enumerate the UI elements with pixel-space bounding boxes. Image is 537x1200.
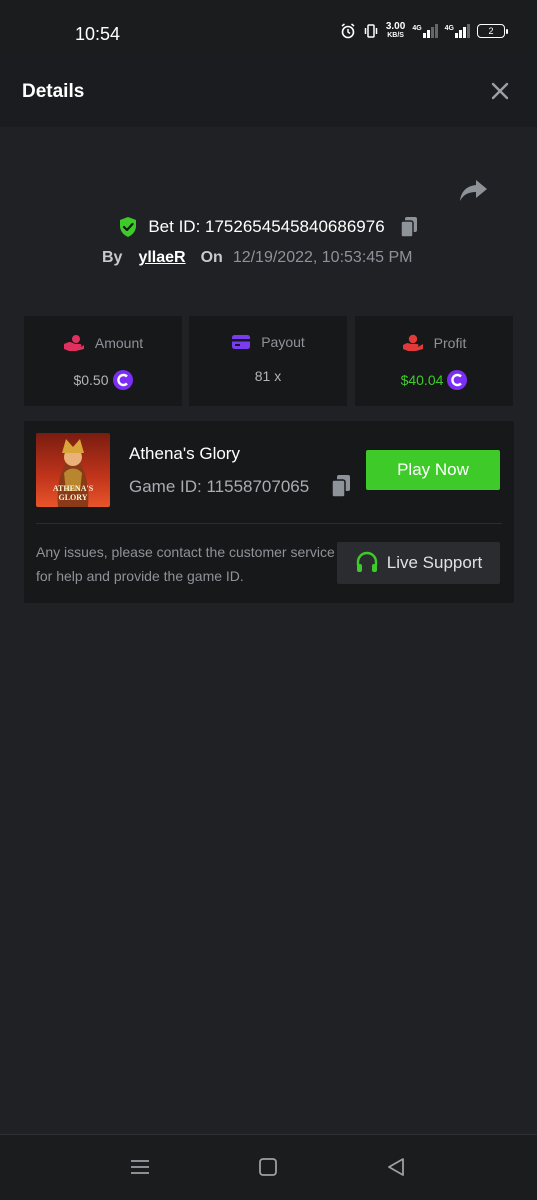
by-label: By <box>102 249 123 266</box>
bet-meta-row: By yllaeR On 12/19/2022, 10:53:45 PM <box>102 249 413 267</box>
signal-bars-icon <box>455 24 470 38</box>
headset-icon <box>356 551 377 572</box>
bet-id: Bet ID: 1752654545840686976 <box>148 217 385 236</box>
battery-level: 2 <box>488 26 494 36</box>
game-thumbnail[interactable]: ATHENA'S GLORY <box>36 433 110 507</box>
network-type-1: 4G <box>412 25 422 32</box>
svg-text:GLORY: GLORY <box>58 493 87 502</box>
payout-value-row: 81 x <box>255 368 281 384</box>
payout-value: 81 x <box>254 368 282 384</box>
verified-shield-icon <box>120 217 137 237</box>
close-icon[interactable] <box>489 80 511 102</box>
game-card: ATHENA'S GLORY Athena's Glory Game ID: 1… <box>24 421 514 603</box>
amount-value-row: $0.50 <box>73 370 133 390</box>
status-time: 10:54 <box>75 24 121 44</box>
page-title: Details <box>22 81 85 102</box>
share-icon[interactable] <box>458 178 488 204</box>
copy-game-id-icon[interactable] <box>330 474 352 498</box>
profit-value-row: $40.04 <box>401 370 468 390</box>
bet-datetime: 12/19/2022, 10:53:45 PM <box>232 249 413 266</box>
network-type-2: 4G <box>444 25 454 32</box>
back-icon[interactable] <box>386 1157 406 1177</box>
game-thumb-title: ATHENA'S <box>53 484 94 493</box>
speed-unit: KB/S <box>387 32 404 39</box>
vibrate-icon <box>364 24 378 38</box>
copy-bet-id-icon[interactable] <box>399 216 419 238</box>
profit-label: Profit <box>433 335 467 351</box>
card-icon <box>232 335 251 349</box>
signal-bars-icon <box>422 24 438 38</box>
game-id: Game ID: 11558707065 <box>129 477 310 496</box>
coin-icon <box>112 370 133 390</box>
game-name: Athena's Glory <box>129 444 240 463</box>
amount-value: $0.50 <box>73 372 109 388</box>
status-bar: 10:54 3.00 KB/S 4G 4G 2 <box>0 0 537 54</box>
system-nav-bar <box>0 1134 537 1200</box>
profit-value: $40.04 <box>400 372 444 388</box>
status-icons: 3.00 KB/S 4G 4G 2 <box>340 22 508 40</box>
payout-label: Payout <box>261 334 305 350</box>
details-header: Details <box>0 54 537 127</box>
live-support-button[interactable]: Live Support <box>337 542 500 584</box>
coin-icon <box>447 370 468 390</box>
amount-card: Amount $0.50 <box>24 316 182 406</box>
network-speed: 3.00 KB/S <box>386 22 405 40</box>
signal-1: 4G <box>412 24 438 38</box>
profit-card: Profit $40.04 <box>355 316 513 406</box>
alarm-icon <box>341 23 355 39</box>
home-icon[interactable] <box>258 1157 278 1177</box>
on-label: On <box>200 249 223 266</box>
username-link[interactable]: yllaeR <box>138 249 185 267</box>
divider <box>36 523 502 524</box>
menu-icon[interactable] <box>130 1157 150 1177</box>
bet-id-row: Bet ID: 1752654545840686976 <box>0 216 537 238</box>
live-support-label: Live Support <box>386 553 483 572</box>
play-now-button[interactable]: Play Now <box>366 450 500 490</box>
payout-card: Payout 81 x <box>189 316 347 406</box>
hand-money-icon <box>402 334 423 351</box>
amount-label: Amount <box>94 335 144 351</box>
hand-coins-icon <box>63 335 84 351</box>
help-text: Any issues, please contact the customer … <box>36 544 335 584</box>
signal-2: 4G <box>445 24 470 38</box>
speed-value: 3.00 <box>385 21 406 32</box>
battery-icon: 2 <box>477 24 508 38</box>
